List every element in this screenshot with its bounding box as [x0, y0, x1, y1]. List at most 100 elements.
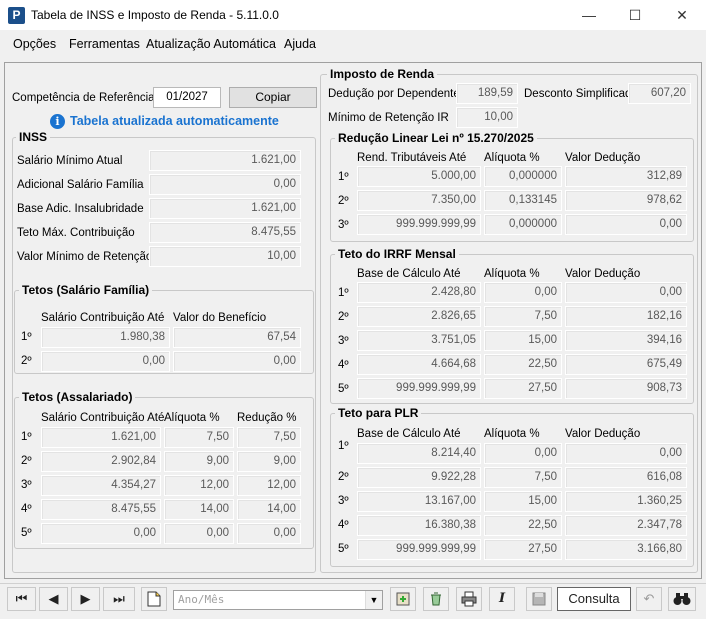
reducao-aliq-field[interactable]: 0,000000 [484, 166, 562, 187]
reducao-rend-field[interactable]: 7.350,00 [357, 190, 481, 211]
next-icon[interactable]: ▶ [71, 587, 100, 611]
irrf-deducao-field[interactable]: 675,49 [565, 354, 687, 375]
undo-icon[interactable]: ↶ [636, 587, 662, 611]
row-ordinal: 2º [338, 195, 349, 207]
assal-salario-field[interactable]: 0,00 [41, 523, 161, 544]
assal-reducao-field[interactable]: 12,00 [237, 475, 301, 496]
chevron-down-icon[interactable]: ▼ [365, 591, 382, 609]
plr-deducao-field[interactable]: 3.166,80 [565, 539, 687, 560]
plr-base-field[interactable]: 13.167,00 [357, 491, 481, 512]
plr-deducao-field[interactable]: 2.347,78 [565, 515, 687, 536]
plr-base-field[interactable]: 9.922,28 [357, 467, 481, 488]
irrf-base-field[interactable]: 2.826,65 [357, 306, 481, 327]
deducao-field[interactable]: 189,59 [456, 83, 518, 104]
plr-base-field[interactable]: 8.214,40 [357, 443, 481, 464]
irrf-aliq-field[interactable]: 15,00 [484, 330, 562, 351]
reducao-deducao-field[interactable]: 0,00 [565, 214, 687, 235]
assal-reducao-field[interactable]: 7,50 [237, 427, 301, 448]
reducao-aliq-field[interactable]: 0,133145 [484, 190, 562, 211]
menu-atualizacao[interactable]: Atualização Automática [146, 37, 276, 51]
assal-salario-field[interactable]: 1.621,00 [41, 427, 161, 448]
row-ordinal: 4º [338, 519, 349, 531]
plr-aliq-field[interactable]: 15,00 [484, 491, 562, 512]
irrf-deducao-field[interactable]: 908,73 [565, 378, 687, 399]
column-header: Redução % [237, 412, 297, 424]
column-header: Alíquota % [484, 268, 540, 280]
tetos-familia-title: Tetos (Salário Família) [19, 283, 153, 297]
reducao-rend-field[interactable]: 999.999.999,99 [357, 214, 481, 235]
plr-aliq-field[interactable]: 22,50 [484, 515, 562, 536]
menu-opcoes[interactable]: Opções [13, 37, 56, 51]
print-icon[interactable] [456, 587, 482, 611]
assal-salario-field[interactable]: 4.354,27 [41, 475, 161, 496]
close-button[interactable]: ✕ [659, 0, 705, 30]
inss-value[interactable]: 0,00 [149, 174, 301, 195]
plr-base-field[interactable]: 999.999.999,99 [357, 539, 481, 560]
irrf-base-field[interactable]: 2.428,80 [357, 282, 481, 303]
irrf-deducao-field[interactable]: 394,16 [565, 330, 687, 351]
competencia-input[interactable]: 01/2027 [153, 87, 221, 108]
prev-icon[interactable]: ◀ [39, 587, 68, 611]
maximize-button[interactable]: ☐ [612, 0, 658, 30]
assal-aliquota-field[interactable]: 0,00 [164, 523, 234, 544]
plr-deducao-field[interactable]: 616,08 [565, 467, 687, 488]
plr-deducao-field[interactable]: 0,00 [565, 443, 687, 464]
irrf-aliq-field[interactable]: 27,50 [484, 378, 562, 399]
new-doc-icon[interactable] [141, 587, 167, 611]
reducao-rend-field[interactable]: 5.000,00 [357, 166, 481, 187]
assal-aliquota-field[interactable]: 14,00 [164, 499, 234, 520]
minimize-button[interactable]: — [566, 0, 612, 30]
familia-salario-field[interactable]: 0,00 [41, 351, 170, 372]
plr-aliq-field[interactable]: 27,50 [484, 539, 562, 560]
assal-aliquota-field[interactable]: 7,50 [164, 427, 234, 448]
reducao-deducao-field[interactable]: 312,89 [565, 166, 687, 187]
plr-base-field[interactable]: 16.380,38 [357, 515, 481, 536]
assal-reducao-field[interactable]: 0,00 [237, 523, 301, 544]
assal-aliquota-field[interactable]: 9,00 [164, 451, 234, 472]
assal-reducao-field[interactable]: 9,00 [237, 451, 301, 472]
irrf-base-field[interactable]: 3.751,05 [357, 330, 481, 351]
italic-icon[interactable]: I [489, 587, 515, 611]
first-icon[interactable]: ⏮ [7, 587, 36, 611]
menu-ferramentas[interactable]: Ferramentas [69, 37, 140, 51]
recycle-icon[interactable] [423, 587, 449, 611]
column-header: Base de Cálculo Até [357, 428, 461, 440]
irrf-deducao-field[interactable]: 0,00 [565, 282, 687, 303]
inss-value[interactable]: 1.621,00 [149, 198, 301, 219]
reducao-title: Redução Linear Lei nº 15.270/2025 [335, 131, 537, 145]
plr-aliq-field[interactable]: 0,00 [484, 443, 562, 464]
irrf-base-field[interactable]: 4.664,68 [357, 354, 481, 375]
irrf-base-field[interactable]: 999.999.999,99 [357, 378, 481, 399]
deducao-label: Dedução por Dependente [328, 88, 460, 100]
familia-salario-field[interactable]: 1.980,38 [41, 327, 170, 348]
save-icon[interactable] [526, 587, 552, 611]
row-ordinal: 2º [21, 455, 32, 467]
inss-value[interactable]: 10,00 [149, 246, 301, 267]
plr-aliq-field[interactable]: 7,50 [484, 467, 562, 488]
assal-salario-field[interactable]: 8.475,55 [41, 499, 161, 520]
familia-beneficio-field[interactable]: 0,00 [173, 351, 301, 372]
assal-reducao-field[interactable]: 14,00 [237, 499, 301, 520]
export-icon[interactable] [390, 587, 416, 611]
reducao-aliq-field[interactable]: 0,000000 [484, 214, 562, 235]
minimo-ir-field[interactable]: 10,00 [456, 107, 518, 128]
assal-aliquota-field[interactable]: 12,00 [164, 475, 234, 496]
menu-ajuda[interactable]: Ajuda [284, 37, 316, 51]
inss-value[interactable]: 1.621,00 [149, 150, 301, 171]
inss-value[interactable]: 8.475,55 [149, 222, 301, 243]
copy-button[interactable]: Copiar [229, 87, 317, 108]
row-ordinal: 1º [338, 440, 349, 452]
last-icon[interactable]: ⏭ [103, 587, 135, 611]
irrf-aliq-field[interactable]: 7,50 [484, 306, 562, 327]
irrf-deducao-field[interactable]: 182,16 [565, 306, 687, 327]
assal-salario-field[interactable]: 2.902,84 [41, 451, 161, 472]
ano-mes-combo[interactable]: Ano/Mês ▼ [173, 590, 383, 610]
irrf-aliq-field[interactable]: 0,00 [484, 282, 562, 303]
desconto-field[interactable]: 607,20 [628, 83, 691, 104]
binoculars-icon[interactable] [668, 587, 696, 611]
familia-beneficio-field[interactable]: 67,54 [173, 327, 301, 348]
plr-deducao-field[interactable]: 1.360,25 [565, 491, 687, 512]
reducao-deducao-field[interactable]: 978,62 [565, 190, 687, 211]
info-icon: i [50, 114, 65, 129]
irrf-aliq-field[interactable]: 22,50 [484, 354, 562, 375]
